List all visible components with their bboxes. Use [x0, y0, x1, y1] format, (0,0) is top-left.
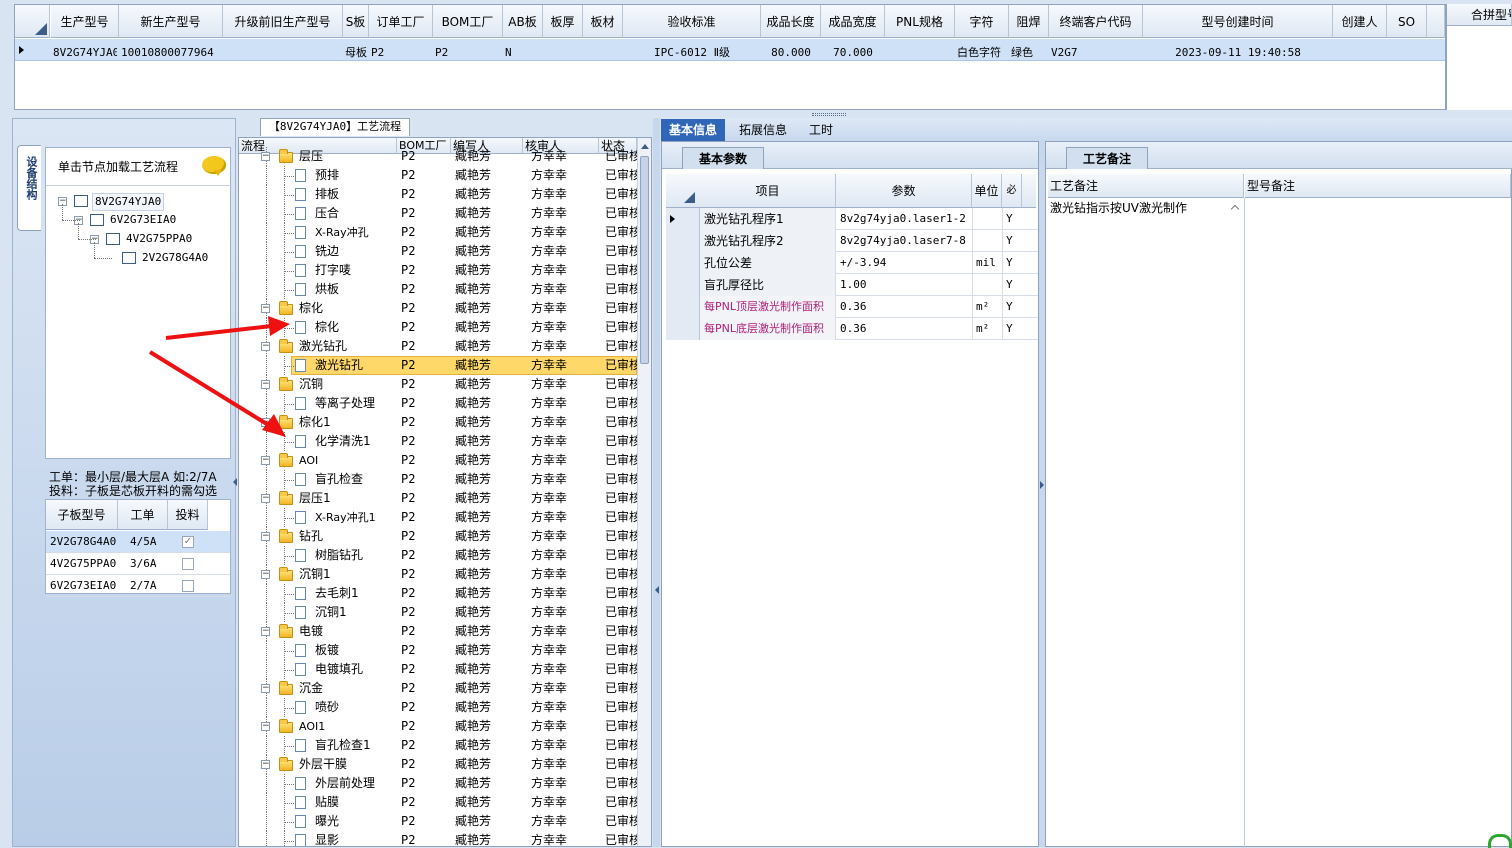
row-header-cell — [666, 230, 700, 252]
param-required: Y — [1006, 322, 1013, 335]
tab-basic-params[interactable]: 基本参数 — [682, 147, 764, 169]
param-item: 激光钻孔程序2 — [704, 234, 784, 248]
info-tabstrip: 基本信息 拓展信息 工时 — [661, 118, 1512, 141]
info-tab-0[interactable]: 基本信息 — [661, 119, 726, 141]
param-unit: m² — [976, 300, 990, 313]
param-item: 每PNL顶层激光制作面积 — [704, 300, 824, 313]
info-tab-1[interactable]: 拓展信息 — [731, 119, 795, 141]
row-indicator-icon — [670, 215, 675, 223]
param-required: Y — [1006, 212, 1013, 225]
row-header-cell — [666, 274, 700, 296]
param-row[interactable]: 激光钻孔程序1 8v2g74yja0.laser1-2 Y — [666, 208, 1038, 230]
param-header-2[interactable]: 单位 — [972, 174, 1002, 208]
param-row[interactable]: 激光钻孔程序2 8v2g74yja0.laser7-8 Y — [666, 230, 1038, 252]
param-corner-icon — [684, 192, 695, 203]
remark-panel: 工艺备注 工艺备注 型号备注 激光钻指示按UV激光制作 — [1045, 141, 1512, 848]
param-value[interactable]: 8v2g74yja0.laser7-8 — [840, 230, 970, 252]
remark-scroll-up-icon[interactable] — [1230, 204, 1240, 214]
param-required: Y — [1006, 300, 1013, 313]
param-value[interactable]: 0.36 — [840, 296, 970, 318]
param-value[interactable]: 0.36 — [840, 318, 970, 340]
param-unit: mil — [976, 256, 996, 269]
param-item: 激光钻孔程序1 — [704, 212, 784, 226]
param-value[interactable]: +/-3.94 — [840, 252, 970, 274]
param-row[interactable]: 盲孔厚径比 1.00 Y — [666, 274, 1038, 296]
param-required: Y — [1006, 234, 1013, 247]
param-header-1[interactable]: 参数 — [836, 174, 972, 208]
param-required: Y — [1006, 256, 1013, 269]
param-header-0[interactable]: 项目 — [700, 174, 836, 208]
app-logo-icon — [1488, 834, 1512, 848]
row-header-cell — [666, 252, 700, 274]
param-row[interactable]: 孔位公差 +/-3.94 mil Y — [666, 252, 1038, 274]
param-required: Y — [1006, 278, 1013, 291]
process-remark-text[interactable]: 激光钻指示按UV激光制作 — [1050, 199, 1230, 216]
param-header-3[interactable]: 必 — [1002, 174, 1022, 208]
param-item: 盲孔厚径比 — [704, 278, 765, 292]
param-value[interactable]: 8v2g74yja0.laser1-2 — [840, 208, 970, 230]
param-item: 每PNL底层激光制作面积 — [704, 322, 824, 335]
tab-process-remark[interactable]: 工艺备注 — [1066, 147, 1148, 169]
param-unit: m² — [976, 322, 990, 335]
param-item: 孔位公差 — [704, 256, 753, 270]
row-header-cell — [666, 296, 700, 318]
info-panel: 基本参数 项目 参数 单位必 激光钻孔程序1 8v2g74yja0.laser1-2 Y… — [661, 141, 1039, 847]
param-row[interactable]: 每PNL顶层激光制作面积 0.36 m² Y — [666, 296, 1038, 318]
model-remark-header: 型号备注 — [1245, 174, 1511, 198]
row-header-cell — [666, 318, 700, 340]
info-tab-2[interactable]: 工时 — [801, 119, 841, 141]
param-row[interactable]: 每PNL底层激光制作面积 0.36 m² Y — [666, 318, 1038, 340]
process-remark-header: 工艺备注 — [1048, 174, 1244, 198]
param-value[interactable]: 1.00 — [840, 274, 970, 296]
